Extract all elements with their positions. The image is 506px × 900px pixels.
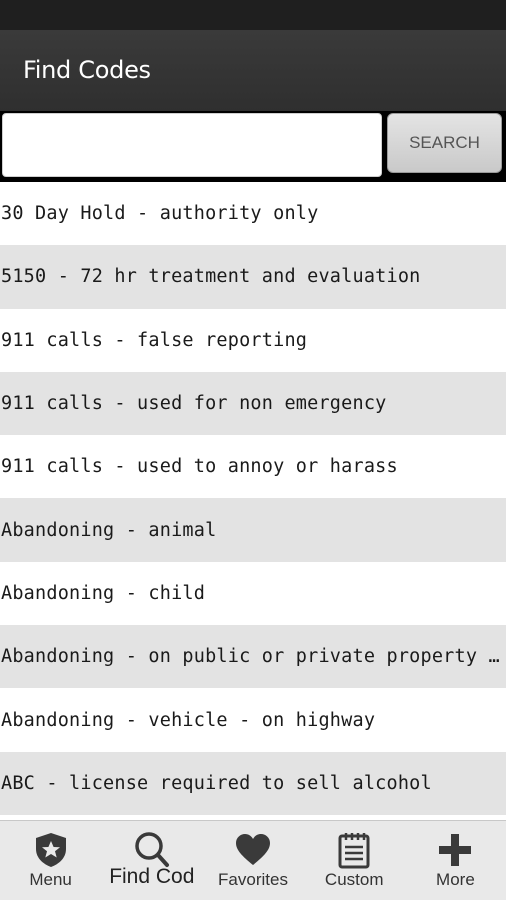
list-item-label: 911 calls - used to annoy or harass bbox=[1, 456, 398, 478]
list-item[interactable]: Abandoning - animal bbox=[0, 498, 506, 562]
results-list: 30 Day Hold - authority only 5150 - 72 h… bbox=[0, 182, 506, 820]
status-bar bbox=[0, 0, 506, 30]
search-input[interactable] bbox=[2, 113, 382, 177]
list-item[interactable]: 911 calls - used for non emergency bbox=[0, 371, 506, 436]
list-item-label: Abandoning - vehicle - on highway bbox=[1, 709, 376, 731]
list-item[interactable]: Abandoning - vehicle - on highway bbox=[0, 688, 506, 752]
list-item[interactable]: Abandoning - child bbox=[0, 561, 506, 626]
list-item-label: ABC - license required to sell alcohol bbox=[1, 772, 432, 794]
page-title: Find Codes bbox=[23, 56, 151, 84]
search-icon bbox=[132, 831, 172, 869]
search-button[interactable]: SEARCH bbox=[387, 113, 502, 173]
list-item-label: Abandoning - on public or private proper… bbox=[1, 646, 506, 668]
heart-icon bbox=[233, 831, 273, 869]
nav-item-custom[interactable]: Custom bbox=[304, 821, 405, 900]
list-item-label: 911 calls - false reporting bbox=[1, 329, 308, 351]
list-item-label: 5150 - 72 hr treatment and evaluation bbox=[1, 266, 421, 288]
list-item-label: 30 Day Hold - authority only bbox=[1, 203, 319, 225]
nav-label: Favorites bbox=[218, 870, 288, 889]
nav-item-menu[interactable]: Menu bbox=[0, 821, 101, 900]
list-item[interactable]: Abandoning - on public or private proper… bbox=[0, 625, 506, 689]
bottom-nav: Menu Find Cod Favorites Custom More bbox=[0, 820, 506, 900]
nav-item-find-codes[interactable]: Find Cod bbox=[101, 821, 202, 900]
list-item-label: Abandoning - animal bbox=[1, 519, 217, 541]
nav-label: Find Cod bbox=[109, 865, 195, 888]
app-header: Find Codes bbox=[0, 30, 506, 111]
search-bar: SEARCH bbox=[0, 111, 506, 182]
nav-label: Custom bbox=[324, 870, 384, 889]
badge-icon bbox=[31, 831, 71, 869]
plus-icon bbox=[435, 831, 475, 869]
list-item[interactable]: 911 calls - false reporting bbox=[0, 308, 506, 372]
notepad-icon bbox=[334, 831, 374, 869]
nav-item-more[interactable]: More bbox=[405, 821, 506, 900]
nav-item-favorites[interactable]: Favorites bbox=[202, 821, 303, 900]
list-item[interactable]: 30 Day Hold - authority only bbox=[0, 182, 506, 246]
list-item[interactable]: ABC - license required to sell alcohol bbox=[0, 751, 506, 815]
list-item-label: 911 calls - used for non emergency bbox=[1, 393, 387, 415]
nav-label: Menu bbox=[29, 870, 72, 889]
nav-label: More bbox=[436, 870, 475, 889]
list-item-label: Abandoning - child bbox=[1, 582, 206, 604]
list-item[interactable]: 5150 - 72 hr treatment and evaluation bbox=[0, 245, 506, 309]
list-item[interactable]: 911 calls - used to annoy or harass bbox=[0, 435, 506, 499]
